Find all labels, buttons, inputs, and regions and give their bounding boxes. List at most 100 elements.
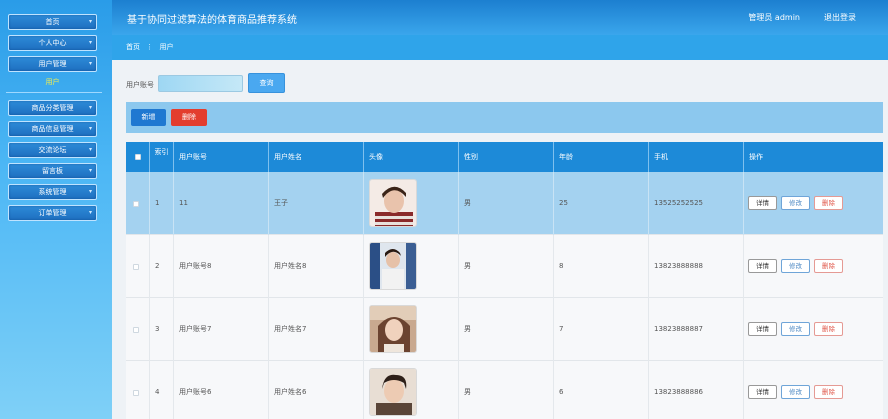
header-gender: 性别 [459, 142, 554, 172]
sidebar-item-label: 交流论坛 [38, 146, 67, 154]
sidebar-item-system[interactable]: 系统管理 ▾ [8, 184, 97, 200]
sidebar-item-label: 首页 [45, 18, 60, 26]
row-checkbox[interactable] [133, 264, 139, 270]
user-table: 索引 用户账号 用户姓名 头像 性别 年龄 手机 操作 1 11 王子 男 25… [126, 142, 883, 419]
chevron-down-icon: ▾ [88, 146, 92, 153]
cell-age: 8 [554, 235, 649, 298]
cell-name: 用户姓名8 [269, 235, 364, 298]
header-name: 用户姓名 [269, 142, 364, 172]
sidebar-item-forum[interactable]: 交流论坛 ▾ [8, 142, 97, 158]
select-all-checkbox[interactable] [135, 154, 141, 160]
edit-button[interactable]: 修改 [781, 385, 810, 399]
sidebar-item-orders[interactable]: 订单管理 ▾ [8, 205, 97, 221]
sidebar: 首页 ▾ 个人中心 ▾ 用户管理 ▾ 用户 商品分类管理 ▾ 商品信息管理 ▾ 交流论坛 ▾… [0, 0, 112, 419]
cell-gender: 男 [459, 361, 554, 419]
sidebar-item-category[interactable]: 商品分类管理 ▾ [8, 100, 97, 116]
chevron-down-icon: ▾ [88, 60, 92, 67]
sidebar-subitem-user[interactable]: 用户 [8, 77, 97, 88]
chevron-down-icon: ▾ [88, 125, 92, 132]
sidebar-item-label: 商品信息管理 [31, 125, 74, 133]
avatar [369, 242, 417, 290]
sidebar-item-home[interactable]: 首页 ▾ [8, 14, 97, 30]
breadcrumb: 首页 ⋮ 用户 [112, 35, 888, 60]
row-select-cell [126, 235, 150, 298]
edit-button[interactable]: 修改 [781, 196, 810, 210]
header-select-all-cell [126, 142, 150, 172]
cell-actions: 详情 修改 删除 [744, 361, 883, 419]
cell-phone: 13823888887 [649, 298, 744, 361]
cell-name: 用户姓名6 [269, 361, 364, 419]
cell-index: 3 [150, 298, 174, 361]
add-button[interactable]: 新增 [131, 109, 166, 126]
remove-button[interactable]: 删除 [814, 259, 843, 273]
header: 基于协同过滤算法的体育商品推荐系统 管理员 admin 退出登录 [112, 0, 888, 35]
cell-account: 11 [174, 172, 269, 235]
sidebar-item-label: 个人中心 [38, 39, 67, 47]
table-row[interactable]: 4 用户账号6 用户姓名6 男 6 13823888886 详情 修改 删除 [126, 361, 883, 419]
edit-button[interactable]: 修改 [781, 322, 810, 336]
table-row[interactable]: 1 11 王子 男 25 13525252525 详情 修改 删除 [126, 172, 883, 235]
sidebar-item-users[interactable]: 用户管理 ▾ [8, 56, 97, 72]
cell-gender: 男 [459, 235, 554, 298]
cell-avatar [364, 298, 459, 361]
sidebar-item-messages[interactable]: 留言板 ▾ [8, 163, 97, 179]
chevron-down-icon: ▾ [88, 188, 92, 195]
cell-account: 用户账号8 [174, 235, 269, 298]
header-account: 用户账号 [174, 142, 269, 172]
search-label: 用户账号 [126, 81, 154, 89]
cell-actions: 详情 修改 删除 [744, 235, 883, 298]
search-input[interactable] [158, 75, 243, 92]
avatar [369, 305, 417, 353]
chevron-down-icon: ▾ [88, 167, 92, 174]
sidebar-divider [6, 92, 102, 93]
cell-account: 用户账号6 [174, 361, 269, 419]
row-checkbox[interactable] [133, 201, 139, 207]
breadcrumb-separator: ⋮ [146, 43, 154, 51]
row-checkbox[interactable] [133, 390, 139, 396]
cell-phone: 13823888888 [649, 235, 744, 298]
search-button[interactable]: 查询 [248, 73, 285, 93]
cell-actions: 详情 修改 删除 [744, 298, 883, 361]
sidebar-item-goods[interactable]: 商品信息管理 ▾ [8, 121, 97, 137]
table-row[interactable]: 3 用户账号7 用户姓名7 男 7 13823888887 详情 修改 删除 [126, 298, 883, 361]
table-header: 索引 用户账号 用户姓名 头像 性别 年龄 手机 操作 [126, 142, 883, 172]
remove-button[interactable]: 删除 [814, 385, 843, 399]
row-select-cell [126, 298, 150, 361]
cell-index: 2 [150, 235, 174, 298]
view-button[interactable]: 详情 [748, 196, 777, 210]
sidebar-item-label: 留言板 [42, 167, 63, 175]
edit-button[interactable]: 修改 [781, 259, 810, 273]
avatar [369, 368, 417, 416]
chevron-down-icon: ▾ [88, 104, 92, 111]
cell-age: 25 [554, 172, 649, 235]
cell-avatar [364, 235, 459, 298]
user-info: 管理员 admin [748, 13, 800, 22]
remove-button[interactable]: 删除 [814, 322, 843, 336]
toolbar: 新增 删除 [126, 102, 883, 133]
header-actions: 操作 [749, 153, 763, 161]
delete-button[interactable]: 删除 [171, 109, 207, 126]
logout-link[interactable]: 退出登录 [824, 12, 856, 23]
cell-gender: 男 [459, 298, 554, 361]
cell-actions: 详情 修改 删除 [744, 172, 883, 235]
view-button[interactable]: 详情 [748, 259, 777, 273]
cell-age: 6 [554, 361, 649, 419]
avatar [369, 179, 417, 227]
sidebar-item-label: 系统管理 [38, 188, 67, 196]
cell-age: 7 [554, 298, 649, 361]
sidebar-item-profile[interactable]: 个人中心 ▾ [8, 35, 97, 51]
header-index: 索引 [150, 142, 174, 172]
view-button[interactable]: 详情 [748, 385, 777, 399]
header-phone: 手机 [649, 142, 744, 172]
row-select-cell [126, 172, 150, 235]
main-content: 用户账号 查询 新增 删除 索引 用户账号 用户姓名 头像 性别 年龄 手机 操… [112, 60, 888, 419]
table-row[interactable]: 2 用户账号8 用户姓名8 男 8 13823888888 详情 修改 删除 [126, 235, 883, 298]
chevron-down-icon: ▾ [88, 209, 92, 216]
breadcrumb-home[interactable]: 首页 [126, 43, 140, 51]
remove-button[interactable]: 删除 [814, 196, 843, 210]
view-button[interactable]: 详情 [748, 322, 777, 336]
cell-name: 王子 [269, 172, 364, 235]
row-select-cell [126, 361, 150, 419]
header-avatar: 头像 [364, 142, 459, 172]
row-checkbox[interactable] [133, 327, 139, 333]
